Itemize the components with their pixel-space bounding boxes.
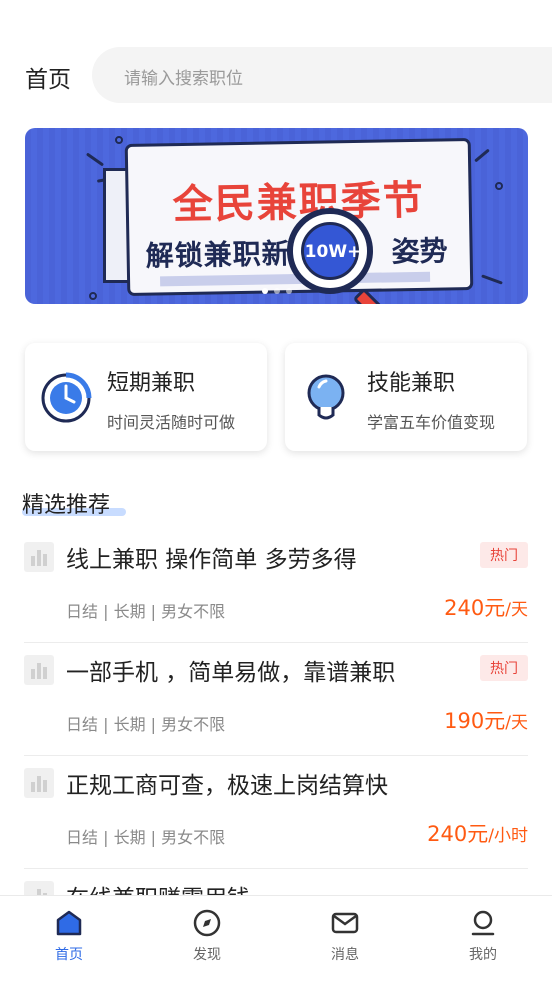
decoration-line [474, 148, 490, 163]
hot-tag: 热门 [480, 542, 528, 568]
category-title: 短期兼职 [107, 371, 196, 396]
salary-amount: 240元 [444, 596, 506, 620]
nav-label: 首页 [55, 947, 83, 963]
job-meta: 日结 | 长期 | 男女不限 [66, 715, 226, 734]
job-list-item[interactable]: 线上兼职 操作简单 多劳多得 热门 日结 | 长期 | 男女不限 240元/天 [24, 530, 528, 643]
search-placeholder: 请输入搜索职位 [124, 69, 243, 89]
category-title: 技能兼职 [367, 371, 456, 396]
bottom-nav: 首页 发现 消息 我的 [0, 895, 552, 981]
job-title: 正规工商可查，极速上岗结算快 [66, 773, 388, 799]
carousel-dot[interactable] [285, 288, 292, 294]
job-meta: 日结 | 长期 | 男女不限 [66, 602, 226, 621]
nav-item-discover[interactable]: 发现 [167, 908, 247, 964]
carousel-dot[interactable] [261, 288, 268, 294]
job-thumbnail-icon [24, 655, 54, 685]
home-page: 首页 请输入搜索职位 全民兼职季节 解锁兼职新 姿势 10W+ 短期兼职 时间灵… [0, 0, 552, 981]
job-meta: 日结 | 长期 | 男女不限 [66, 828, 226, 847]
home-icon [56, 910, 82, 936]
hot-tag: 热门 [480, 655, 528, 681]
section-title: 精选推荐 [22, 493, 111, 518]
category-subtitle: 时间灵活随时可做 [107, 413, 236, 432]
nav-item-messages[interactable]: 消息 [305, 908, 385, 964]
banner-subtitle-right: 姿势 [391, 234, 448, 269]
job-thumbnail-icon [24, 542, 54, 572]
category-card-short-term[interactable]: 短期兼职 时间灵活随时可做 [25, 343, 267, 451]
header: 首页 请输入搜索职位 [0, 44, 552, 106]
nav-item-profile[interactable]: 我的 [443, 908, 523, 964]
clock-icon [41, 372, 92, 423]
nav-item-home[interactable]: 首页 [29, 908, 109, 964]
compass-icon [193, 909, 221, 937]
job-salary: 190元/天 [444, 705, 528, 735]
job-title: 线上兼职 操作简单 多劳多得 [66, 547, 357, 573]
banner-badge: 10W+ [304, 242, 362, 262]
carousel-dot[interactable] [273, 288, 280, 294]
user-icon [471, 910, 495, 936]
banner-subtitle-left: 解锁兼职新 [145, 237, 291, 273]
job-thumbnail-icon [24, 768, 54, 798]
promo-banner[interactable]: 全民兼职季节 解锁兼职新 姿势 10W+ [25, 128, 528, 304]
mail-icon [331, 912, 359, 934]
nav-label: 消息 [331, 947, 359, 963]
job-list-item[interactable]: 正规工商可查，极速上岗结算快 日结 | 长期 | 男女不限 240元/小时 [24, 756, 528, 869]
salary-unit: /小时 [488, 826, 528, 846]
decoration-line [85, 152, 105, 167]
salary-amount: 240元 [427, 822, 489, 846]
carousel-indicator [25, 279, 528, 298]
decoration-dot [115, 136, 123, 144]
job-title: 一部手机 ，简单易做，靠谱兼职 [66, 660, 396, 686]
search-input[interactable]: 请输入搜索职位 [92, 47, 552, 103]
page-title: 首页 [25, 67, 71, 93]
lightbulb-icon [307, 374, 345, 420]
category-subtitle: 学富五车价值变现 [367, 413, 496, 432]
magnifier-lens: 10W+ [301, 222, 362, 280]
job-salary: 240元/小时 [427, 818, 528, 848]
nav-label: 发现 [193, 947, 221, 963]
category-card-skill[interactable]: 技能兼职 学富五车价值变现 [285, 343, 527, 451]
nav-label: 我的 [469, 947, 497, 963]
decoration-dot [495, 182, 503, 190]
job-salary: 240元/天 [444, 592, 528, 622]
job-list-item[interactable]: 一部手机 ，简单易做，靠谱兼职 热门 日结 | 长期 | 男女不限 190元/天 [24, 643, 528, 756]
salary-unit: /天 [505, 713, 528, 733]
salary-unit: /天 [505, 600, 528, 620]
salary-amount: 190元 [444, 709, 506, 733]
